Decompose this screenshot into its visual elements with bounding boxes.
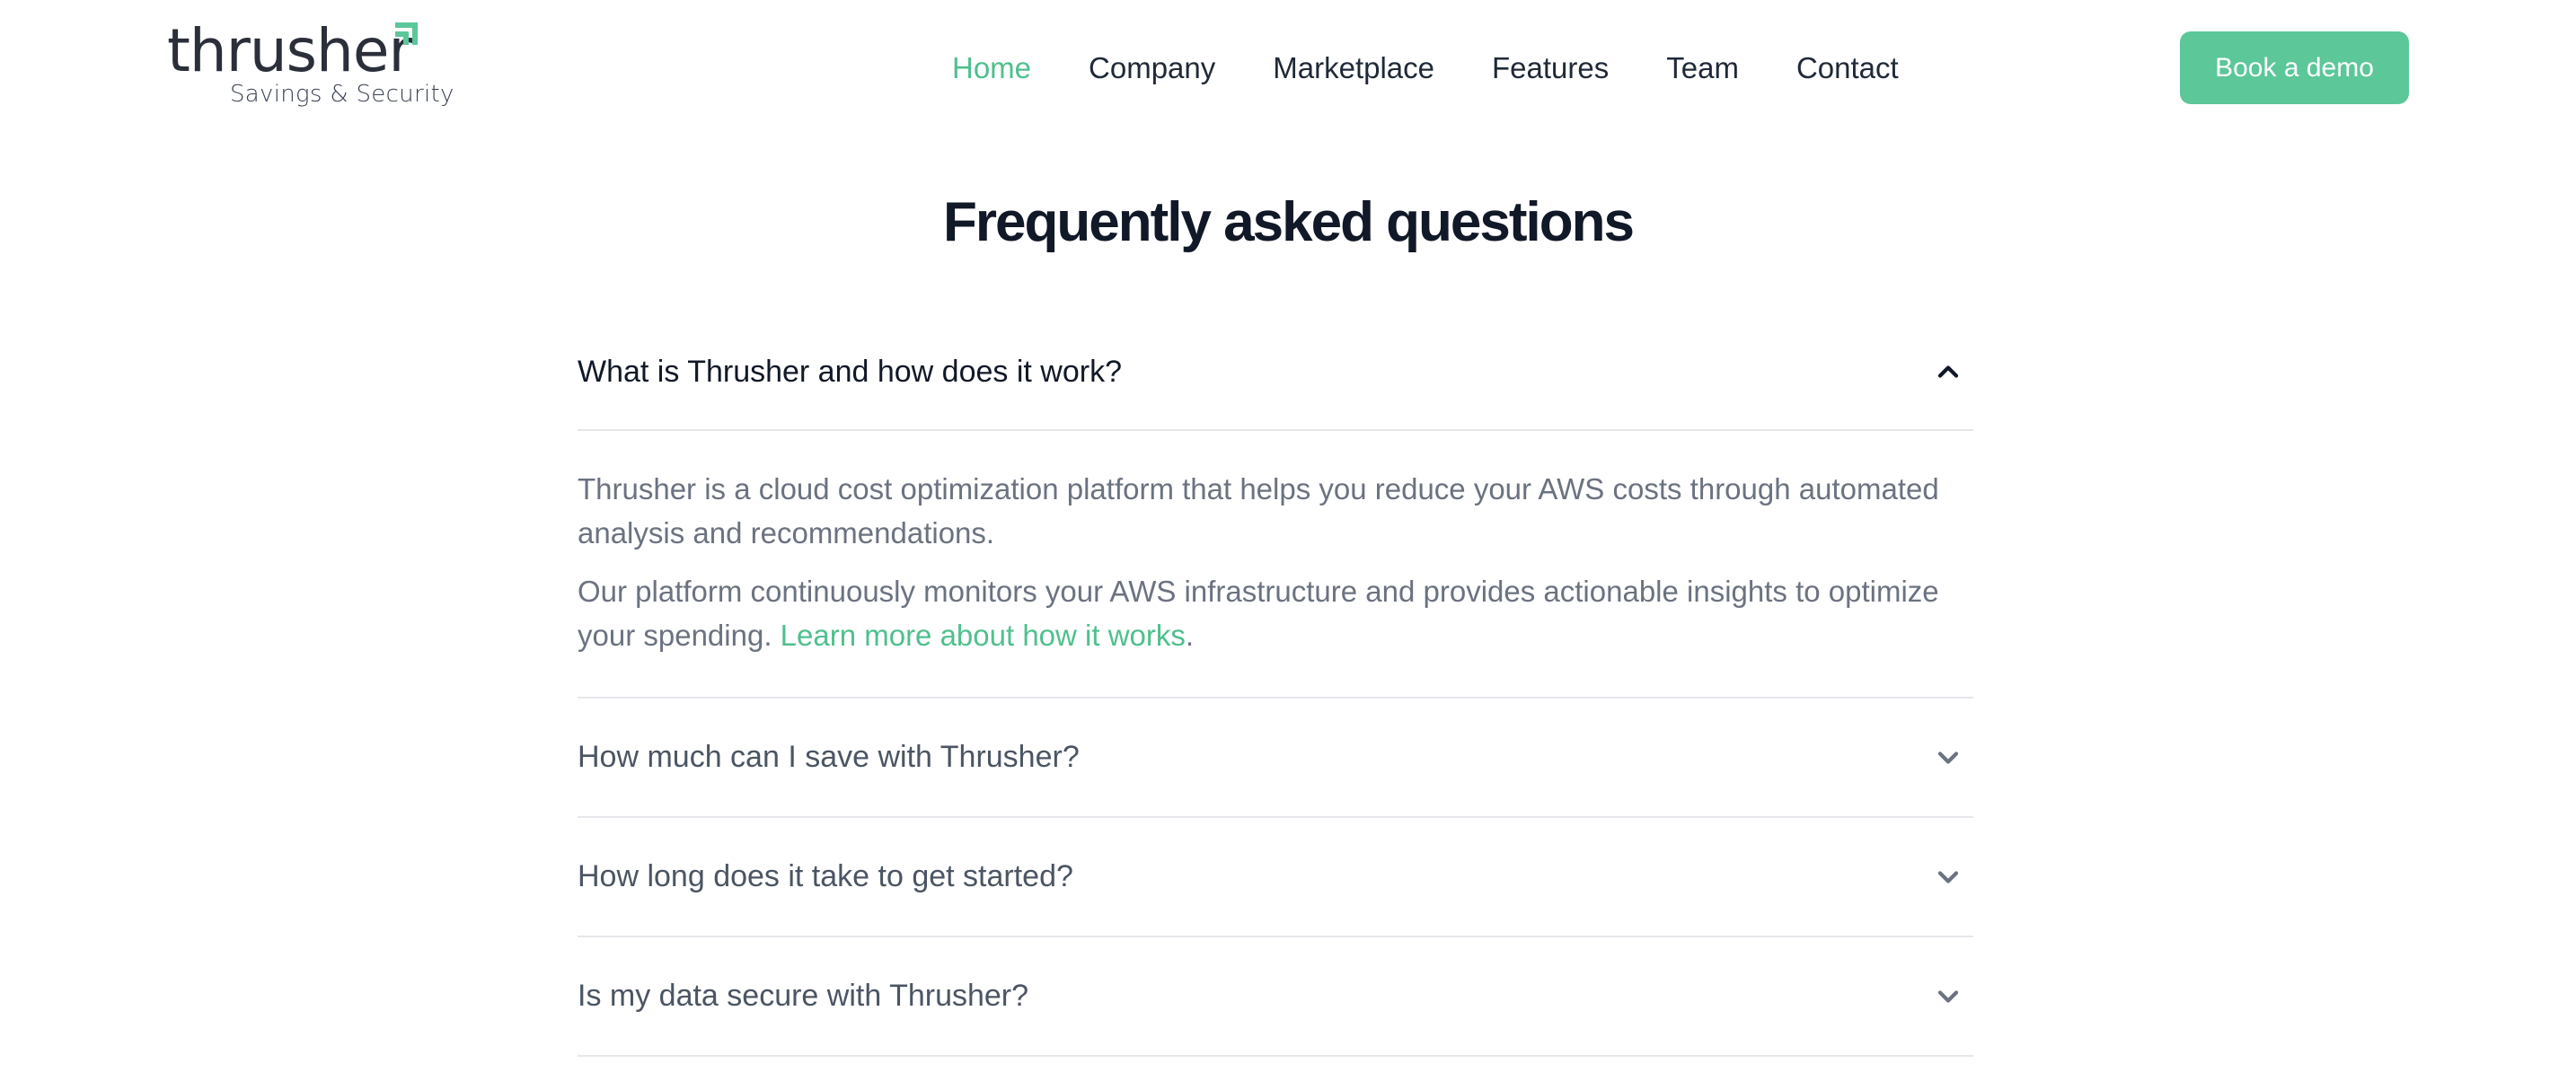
- faq-question-toggle[interactable]: How long does it take to get started?: [578, 818, 1973, 936]
- site-header: thrusher Savings & Security Home Company…: [0, 0, 2576, 135]
- chevron-down-icon[interactable]: [1932, 980, 1964, 1013]
- chevron-down-icon[interactable]: [1932, 861, 1964, 893]
- faq-answer-paragraph: Thrusher is a cloud cost optimization pl…: [578, 472, 1939, 549]
- faq-answer-period: .: [1185, 619, 1195, 652]
- nav-company[interactable]: Company: [1089, 50, 1215, 86]
- nav-team[interactable]: Team: [1666, 50, 1739, 86]
- faq-answer-paragraph: Our platform continuously monitors your …: [578, 569, 1973, 657]
- nav-home[interactable]: Home: [952, 50, 1031, 86]
- logo[interactable]: thrusher Savings & Security: [167, 16, 454, 111]
- faq-question-toggle[interactable]: How much can I save with Thrusher?: [578, 699, 1973, 816]
- faq-title: Frequently asked questions: [943, 191, 1635, 253]
- logo-arrow-icon: [395, 22, 418, 45]
- nav-contact[interactable]: Contact: [1796, 50, 1899, 86]
- nav-marketplace[interactable]: Marketplace: [1273, 50, 1434, 86]
- chevron-up-icon[interactable]: [1932, 356, 1964, 388]
- book-demo-button[interactable]: Book a demo: [2180, 31, 2409, 104]
- chevron-down-icon[interactable]: [1932, 742, 1964, 774]
- logo-wordmark: thrusher: [167, 16, 413, 85]
- faq-question: What is Thrusher and how does it work?: [578, 354, 1122, 389]
- faq-answer: Thrusher is a cloud cost optimization pl…: [578, 431, 1973, 697]
- main-nav: Home Company Marketplace Features Team C…: [952, 50, 1899, 86]
- learn-more-link[interactable]: Learn more about how it works: [781, 619, 1186, 652]
- faq-question: How long does it take to get started?: [578, 859, 1073, 893]
- nav-features[interactable]: Features: [1492, 50, 1609, 86]
- faq-question-toggle[interactable]: What is Thrusher and how does it work?: [578, 314, 1973, 431]
- faq-question: Is my data secure with Thrusher?: [578, 979, 1029, 1013]
- faq-item: How much can I save with Thrusher?: [578, 699, 1973, 818]
- faq-item: What is Thrusher and how does it work? T…: [578, 314, 1973, 699]
- logo-tagline: Savings & Security: [230, 81, 454, 108]
- faq-question: How much can I save with Thrusher?: [578, 740, 1080, 774]
- faq-question-toggle[interactable]: Is my data secure with Thrusher?: [578, 937, 1973, 1055]
- faq-item: How long does it take to get started?: [578, 818, 1973, 937]
- faq-item: Is my data secure with Thrusher?: [578, 937, 1973, 1057]
- faq-list: What is Thrusher and how does it work? T…: [578, 314, 1973, 1057]
